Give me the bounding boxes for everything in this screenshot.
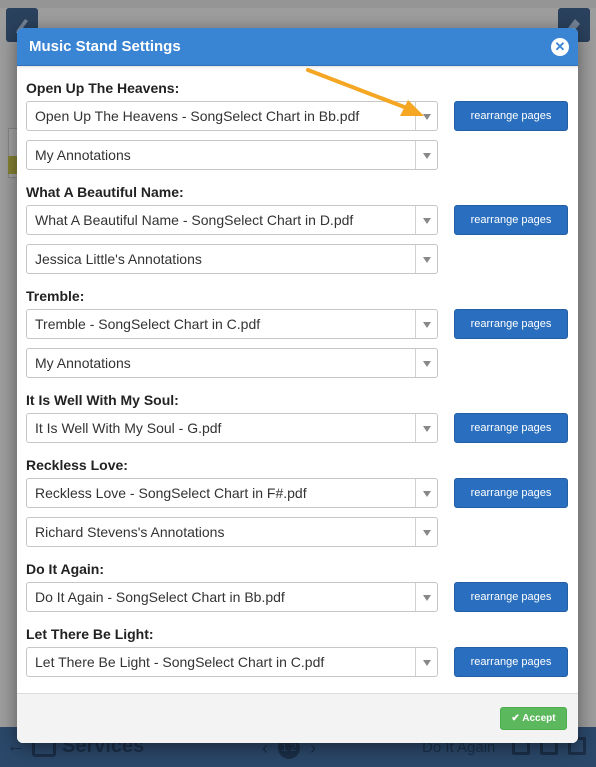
annotations-select[interactable]: Richard Stevens's Annotations [26, 517, 438, 547]
chart-select-value: Reckless Love - SongSelect Chart in F#.p… [35, 485, 307, 501]
chart-select[interactable]: Do It Again - SongSelect Chart in Bb.pdf [26, 582, 438, 612]
song-section: What A Beautiful Name: What A Beautiful … [26, 183, 571, 274]
scroll-shadow [17, 66, 578, 69]
chevron-down-icon [415, 583, 437, 611]
rearrange-pages-button[interactable]: rearrange pages [454, 101, 568, 131]
song-section: It Is Well With My Soul: It Is Well With… [26, 391, 571, 443]
chevron-down-icon [415, 206, 437, 234]
music-stand-settings-dialog: Music Stand Settings ✕ Open Up The Heave… [17, 28, 578, 743]
chart-select[interactable]: Reckless Love - SongSelect Chart in F#.p… [26, 478, 438, 508]
annotations-select[interactable]: My Annotations [26, 140, 438, 170]
annotations-select-value: My Annotations [35, 147, 131, 163]
check-icon: ✔ [511, 713, 520, 724]
chevron-down-icon [415, 414, 437, 442]
chevron-down-icon [415, 141, 437, 169]
chart-select[interactable]: Tremble - SongSelect Chart in C.pdf [26, 309, 438, 339]
chevron-down-icon [415, 479, 437, 507]
close-button[interactable]: ✕ [551, 38, 569, 56]
annotations-select[interactable]: My Annotations [26, 348, 438, 378]
chart-select-value: It Is Well With My Soul - G.pdf [35, 420, 222, 436]
dialog-header: Music Stand Settings ✕ [17, 28, 578, 66]
song-title: What A Beautiful Name: [26, 184, 184, 200]
chart-select[interactable]: What A Beautiful Name - SongSelect Chart… [26, 205, 438, 235]
dialog-title: Music Stand Settings [29, 38, 181, 55]
annotations-select[interactable]: Jessica Little's Annotations [26, 244, 438, 274]
accept-button[interactable]: ✔ Accept [500, 707, 567, 730]
rearrange-pages-button[interactable]: rearrange pages [454, 478, 568, 508]
song-section: Reckless Love: Reckless Love - SongSelec… [26, 456, 571, 547]
song-title: It Is Well With My Soul: [26, 392, 179, 408]
chevron-down-icon [415, 648, 437, 676]
dialog-footer: ✔ Accept [17, 693, 578, 743]
annotations-select-value: Jessica Little's Annotations [35, 251, 202, 267]
song-title: Reckless Love: [26, 457, 128, 473]
chevron-down-icon [415, 245, 437, 273]
chart-select-value: What A Beautiful Name - SongSelect Chart… [35, 212, 354, 228]
song-section: Let There Be Light: Let There Be Light -… [26, 625, 571, 677]
accept-label: Accept [522, 713, 556, 724]
rearrange-pages-button[interactable]: rearrange pages [454, 413, 568, 443]
close-icon: ✕ [554, 39, 566, 54]
song-title: Open Up The Heavens: [26, 80, 180, 96]
chart-select[interactable]: It Is Well With My Soul - G.pdf [26, 413, 438, 443]
song-title: Tremble: [26, 288, 85, 304]
rearrange-pages-button[interactable]: rearrange pages [454, 647, 568, 677]
rearrange-pages-button[interactable]: rearrange pages [454, 205, 568, 235]
chevron-down-icon [415, 349, 437, 377]
annotation-arrow-icon [306, 68, 424, 116]
song-title: Do It Again: [26, 561, 105, 577]
chevron-down-icon [415, 310, 437, 338]
chart-select-value: Tremble - SongSelect Chart in C.pdf [35, 316, 261, 332]
song-section: Open Up The Heavens: Open Up The Heavens… [26, 79, 571, 170]
rearrange-pages-button[interactable]: rearrange pages [454, 309, 568, 339]
song-title: Let There Be Light: [26, 626, 154, 642]
chevron-down-icon [415, 518, 437, 546]
annotations-select-value: My Annotations [35, 355, 131, 371]
rearrange-pages-button[interactable]: rearrange pages [454, 582, 568, 612]
song-section: Do It Again: Do It Again - SongSelect Ch… [26, 560, 571, 612]
annotations-select-value: Richard Stevens's Annotations [35, 524, 225, 540]
chart-select-value: Let There Be Light - SongSelect Chart in… [35, 654, 325, 670]
song-settings-list: Open Up The Heavens: Open Up The Heavens… [17, 66, 578, 694]
chart-select[interactable]: Let There Be Light - SongSelect Chart in… [26, 647, 438, 677]
chart-select-value: Do It Again - SongSelect Chart in Bb.pdf [35, 589, 285, 605]
song-section: Tremble: Tremble - SongSelect Chart in C… [26, 287, 571, 378]
